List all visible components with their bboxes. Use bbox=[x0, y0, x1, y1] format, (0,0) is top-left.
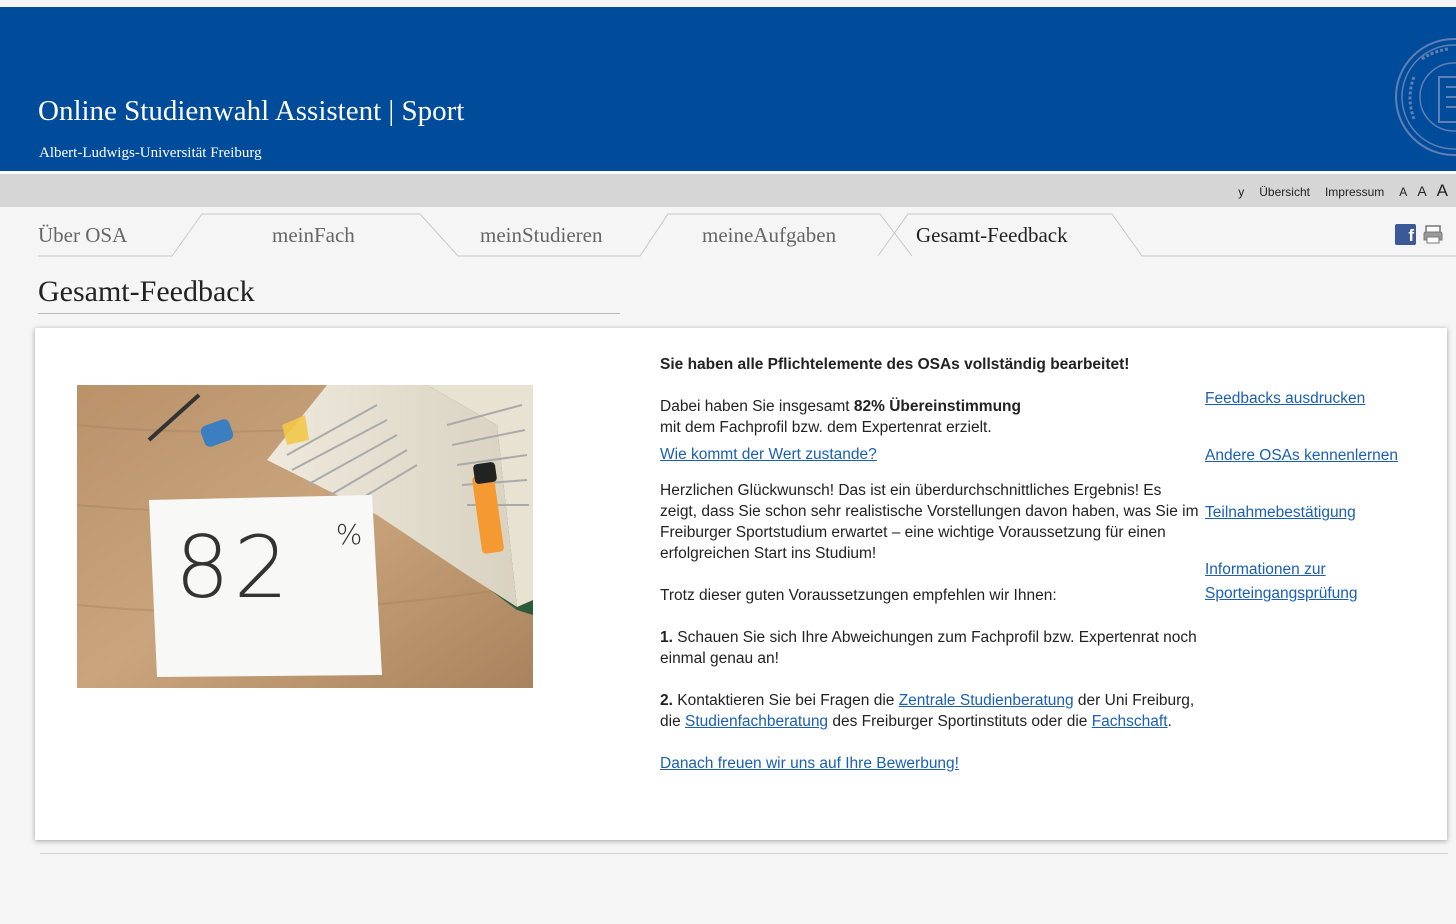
imprint-link[interactable]: Impressum bbox=[1325, 185, 1384, 199]
recommendation-step-2: 2. Kontaktieren Sie bei Fragen die Zentr… bbox=[660, 690, 1200, 732]
footer-divider bbox=[40, 853, 1448, 854]
font-size-large-button[interactable]: A bbox=[1437, 181, 1448, 201]
application-link[interactable]: Danach freuen wir uns auf Ihre Bewerbung… bbox=[660, 755, 959, 772]
recommendation-step-1: 1. Schauen Sie sich Ihre Abweichungen zu… bbox=[660, 627, 1200, 669]
print-feedback-link[interactable]: Feedbacks ausdrucken bbox=[1205, 390, 1365, 407]
step-1-number: 1. bbox=[660, 629, 673, 646]
social-buttons: f bbox=[1395, 224, 1444, 245]
university-name: Albert-Ludwigs-Universität Freiburg bbox=[39, 145, 262, 161]
tab-gesamt-feedback[interactable]: Gesamt-Feedback bbox=[916, 223, 1068, 248]
completion-message: Sie haben alle Pflichtelemente des OSAs … bbox=[660, 356, 1130, 373]
site-header: Online Studienwahl Assistent | Sport Alb… bbox=[0, 7, 1456, 171]
student-council-link[interactable]: Fachschaft bbox=[1092, 713, 1168, 730]
university-seal-icon bbox=[1395, 38, 1456, 156]
page-title: Gesamt-Feedback bbox=[38, 275, 255, 308]
side-links: Feedbacks ausdrucken Andere OSAs kennenl… bbox=[1205, 387, 1445, 639]
step-2-prefix: Kontaktieren Sie bei Fragen die bbox=[672, 692, 899, 709]
utility-link-partial[interactable]: y bbox=[1238, 185, 1244, 199]
score-suffix: mit dem Fachprofil bzw. dem Expertenrat … bbox=[660, 419, 992, 436]
main-navigation: Über OSA meinFach meinStudieren meineAuf… bbox=[0, 207, 1456, 257]
font-size-medium-button[interactable]: A bbox=[1417, 183, 1426, 199]
entrance-exam-info-link[interactable]: Informationen zur Sporteingangsprüfung bbox=[1205, 561, 1358, 602]
step-1-text: Schauen Sie sich Ihre Abweichungen zum F… bbox=[660, 629, 1197, 667]
congratulation-text: Herzlichen Glückwunsch! Das ist ein über… bbox=[660, 482, 1199, 562]
overview-link[interactable]: Übersicht bbox=[1259, 185, 1310, 199]
subject-advisory-link[interactable]: Studienfachberatung bbox=[685, 713, 828, 730]
score-value: 82% Übereinstimmung bbox=[853, 398, 1021, 415]
page-title-underline bbox=[38, 313, 620, 314]
step-2-mid-2: des Freiburger Sportinstituts oder die bbox=[828, 713, 1092, 730]
handwritten-percent: % bbox=[335, 518, 367, 551]
tab-ueber-osa[interactable]: Über OSA bbox=[38, 223, 127, 248]
step-2-end: . bbox=[1167, 713, 1172, 730]
site-title[interactable]: Online Studienwahl Assistent | Sport bbox=[38, 95, 464, 128]
recommendation-intro: Trotz dieser guten Voraussetzungen empfe… bbox=[660, 587, 1057, 604]
utility-bar: y Übersicht Impressum A A A bbox=[0, 174, 1456, 207]
utility-links: y Übersicht Impressum A A A bbox=[1238, 181, 1448, 201]
feedback-card: 82 % Sie haben alle Pflichtelemente des … bbox=[35, 328, 1447, 840]
score-prefix: Dabei haben Sie insgesamt bbox=[660, 398, 854, 415]
page: Online Studienwahl Assistent | Sport Alb… bbox=[0, 0, 1456, 924]
font-size-controls: A A A bbox=[1399, 181, 1448, 201]
handwritten-number: 82 bbox=[175, 518, 293, 618]
print-icon[interactable] bbox=[1422, 224, 1444, 245]
score-summary: Dabei haben Sie insgesamt 82% Übereinsti… bbox=[660, 396, 1200, 438]
tab-mein-studieren[interactable]: meinStudieren bbox=[480, 223, 602, 248]
feedback-text: Sie haben alle Pflichtelemente des OSAs … bbox=[660, 354, 1200, 774]
central-advisory-link[interactable]: Zentrale Studienberatung bbox=[899, 692, 1074, 709]
facebook-icon[interactable]: f bbox=[1395, 224, 1416, 245]
step-2-number: 2. bbox=[660, 692, 673, 709]
participation-certificate-link[interactable]: Teilnahmebestätigung bbox=[1205, 504, 1356, 521]
font-size-small-button[interactable]: A bbox=[1399, 185, 1407, 199]
score-explanation-link[interactable]: Wie kommt der Wert zustande? bbox=[660, 446, 877, 463]
tab-mein-fach[interactable]: meinFach bbox=[272, 223, 355, 248]
handwritten-score: 82 % bbox=[175, 518, 366, 618]
tab-meine-aufgaben[interactable]: meineAufgaben bbox=[702, 223, 836, 248]
other-osas-link[interactable]: Andere OSAs kennenlernen bbox=[1205, 447, 1398, 464]
